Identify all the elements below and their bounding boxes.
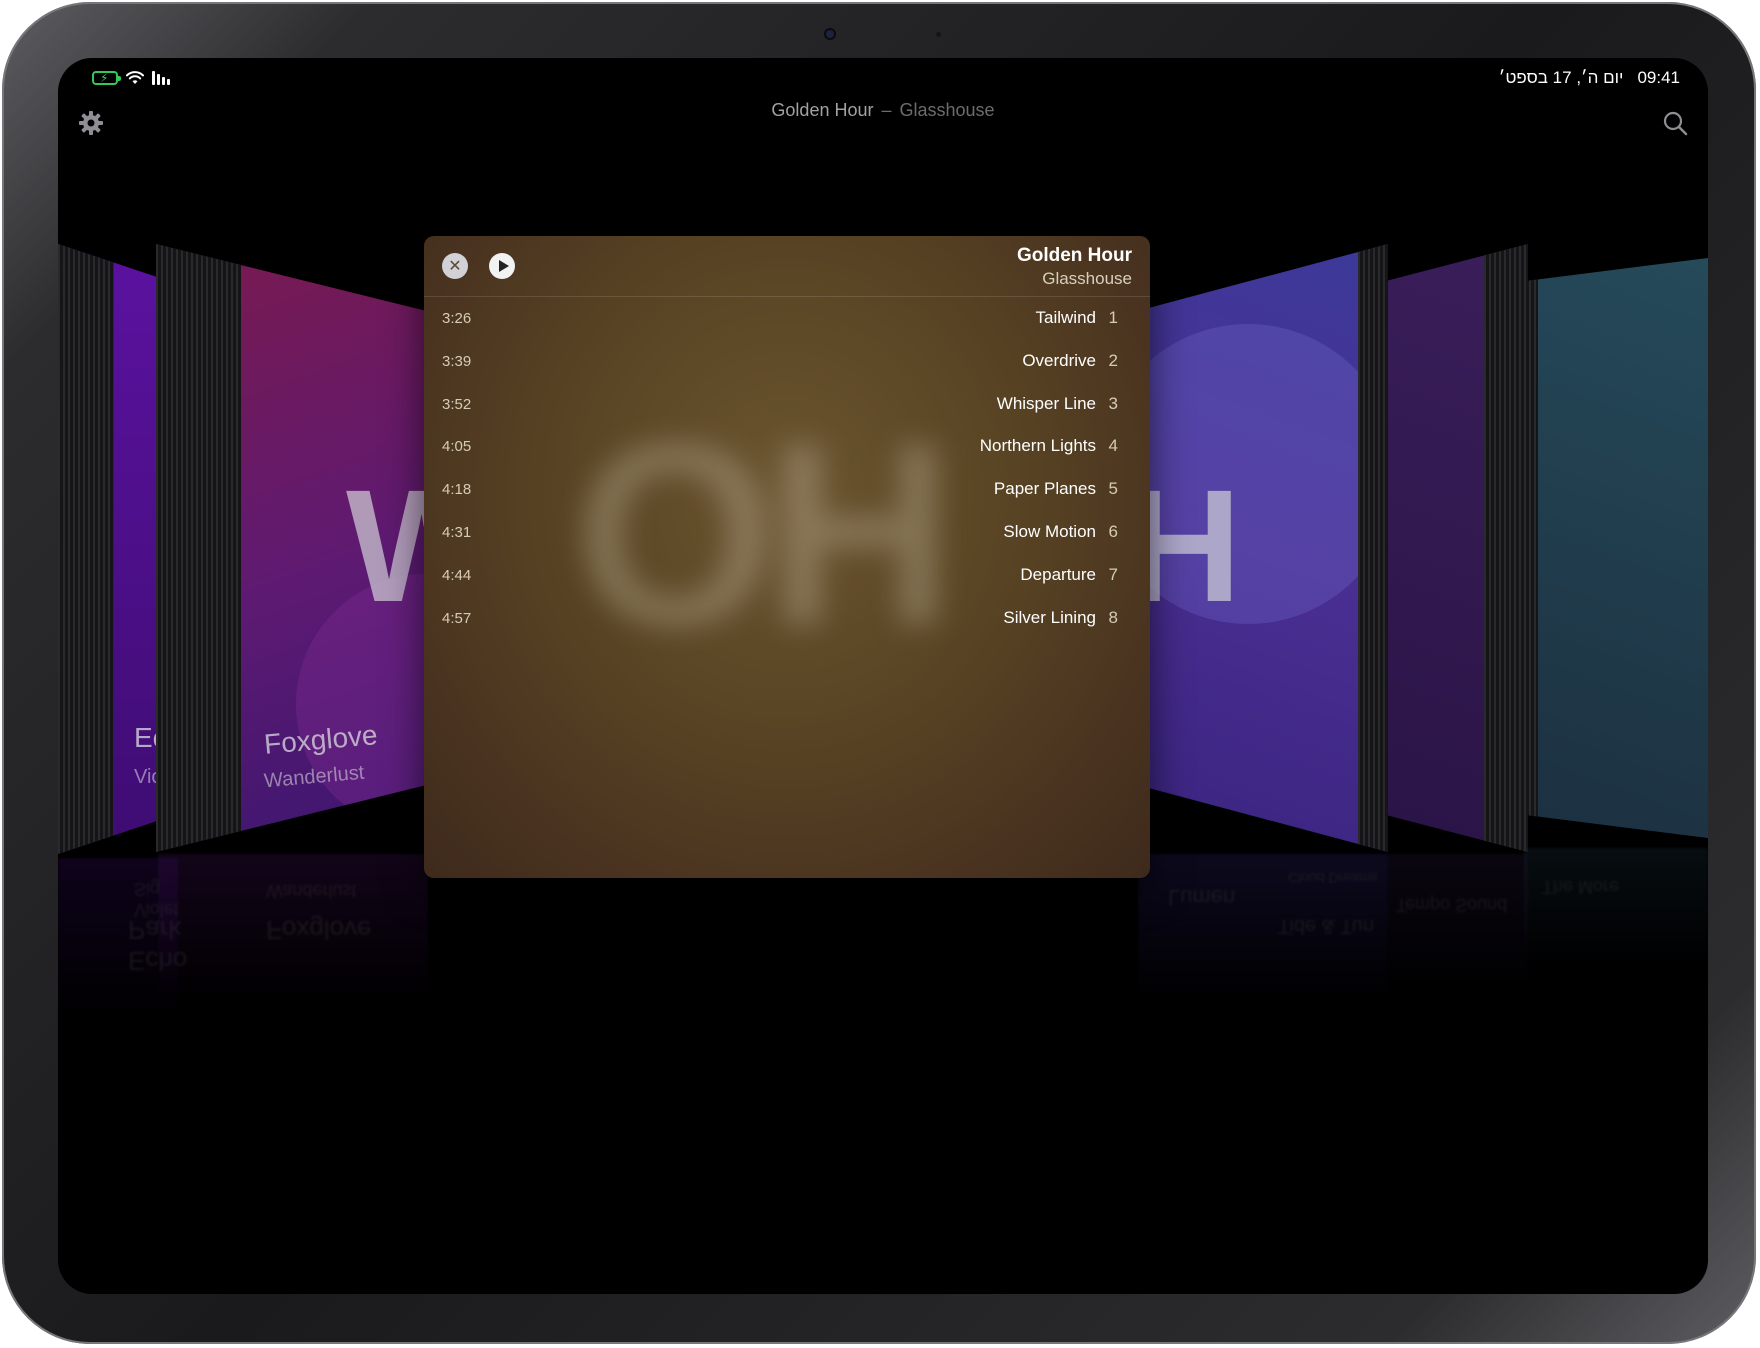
album-right-2[interactable] [1388,244,1528,852]
reflection-subtitle: Wanderlust [266,881,357,901]
track-duration: 4:05 [442,438,472,456]
track-duration: 4:31 [442,523,472,541]
album-track-panel: HO ✕ Golden Hour Glasshouse 3:26 Tailwin… [424,236,1150,878]
track-row[interactable]: 3:26 Tailwind 1 [424,296,1150,339]
track-row[interactable]: 4:05 Northern Lights 4 [424,424,1150,467]
battery-icon: ⚡ [92,71,121,85]
reflection-title: Lumen [1168,885,1236,910]
album-spine [58,244,114,854]
panel-artist: Glasshouse [1042,269,1132,288]
album-spine [1524,258,1538,838]
screen: ⚡ יום ה׳, 17 בספט׳ 09:41 Golden Hour – G… [58,58,1708,1294]
track-number: 1 [1108,308,1118,327]
track-number: 5 [1108,479,1118,499]
wifi-icon [126,71,144,84]
track-row[interactable]: 3:52 Whisper Line 3 [424,382,1150,425]
track-number: 3 [1108,393,1118,413]
album-reflection-right-1: Lumen Tide & Tun Cloud Dreams [1138,854,1388,1004]
album-echo-park[interactable]: Ec Vio [58,244,168,854]
album-spine [156,244,241,852]
track-row[interactable]: 4:57 Silver Lining 8 [424,596,1150,639]
album-reflection-right-2: Tempo Sound [1388,854,1528,994]
reflection-subtitle: Tide & Tun [1278,915,1374,937]
topbar-album: Golden Hour [771,100,874,120]
track-name: Northern Lights [979,436,1096,456]
sensor [936,32,941,37]
album-reflection-foxglove: Foxglove Wanderlust [158,854,428,1004]
track-name: Tailwind [1035,308,1096,327]
topbar-separator: – [881,100,892,120]
close-button[interactable]: ✕ [442,253,468,279]
reflection-title: The More [1542,877,1620,897]
track-name: Slow Motion [1003,521,1096,541]
cover-letter: H [1138,456,1242,635]
track-name: Paper Planes [993,479,1096,499]
track-duration: 4:44 [442,566,472,584]
track-duration: 3:39 [442,352,472,370]
album-spine [1358,244,1388,852]
search-icon [1663,111,1688,136]
track-duration: 4:18 [442,481,472,499]
track-duration: 3:26 [442,310,472,327]
album-foxglove[interactable]: W Foxglove Wanderlust [156,244,426,852]
track-row[interactable]: 3:39 Overdrive 2 [424,339,1150,382]
panel-album-title: Golden Hour [1016,245,1132,266]
track-number: 2 [1108,350,1118,370]
play-button[interactable] [489,253,515,279]
track-name: Departure [1020,564,1096,584]
status-clock: יום ה׳, 17 בספט׳ 09:41 [1499,68,1680,88]
track-name: Silver Lining [1003,607,1096,627]
track-row[interactable]: 4:44 Departure 7 [424,553,1150,596]
close-icon: ✕ [448,258,462,275]
track-number: 6 [1108,521,1118,541]
track-number: 4 [1108,436,1118,456]
search-button[interactable] [1662,110,1688,136]
track-list: 3:26 Tailwind 1 3:39 Overdrive 2 3:52 Wh… [424,296,1150,638]
track-row[interactable]: 4:31 Slow Motion 6 [424,510,1150,553]
track-number: 7 [1108,564,1118,584]
cellular-signal-icon [152,71,170,85]
album-spine [1484,244,1528,852]
panel-header: ✕ Golden Hour Glasshouse [424,236,1150,297]
status-indicators: ⚡ [92,68,170,88]
front-camera [826,30,834,38]
topbar-artist: Glasshouse [899,100,995,120]
album-reflection-right-3: The More [1524,848,1708,968]
track-number: 8 [1108,607,1118,627]
now-playing-title: Golden Hour – Glasshouse [58,100,1708,121]
cover-letter: W [346,456,426,635]
reflection-small-title: Cloud Dreams [1288,870,1378,886]
album-right-3[interactable] [1524,258,1708,838]
reflection-title: Foxglove [266,915,372,945]
track-name: Overdrive [1022,350,1096,370]
track-name: Whisper Line [996,393,1096,413]
status-date: יום ה׳, 17 בספט׳ [1498,68,1624,87]
reflection-title: Tempo Sound [1396,895,1508,915]
track-duration: 4:57 [442,609,472,627]
track-duration: 3:52 [442,395,472,413]
ipad-frame: ⚡ יום ה׳, 17 בספט׳ 09:41 Golden Hour – G… [2,2,1756,1344]
track-row[interactable]: 4:18 Paper Planes 5 [424,467,1150,510]
album-right-1[interactable]: H s [1138,244,1388,852]
status-time: 09:41 [1637,68,1680,87]
